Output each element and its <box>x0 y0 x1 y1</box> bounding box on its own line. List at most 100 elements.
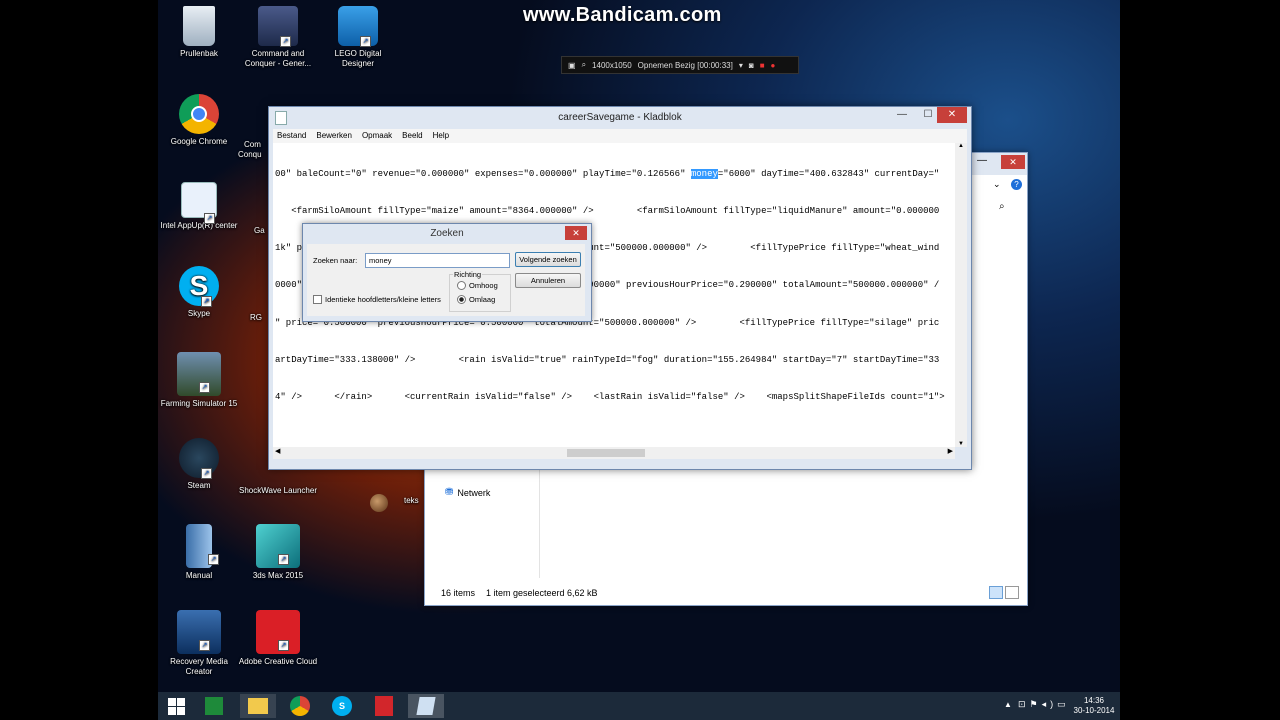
stop-icon[interactable]: ■ <box>760 61 765 70</box>
notepad-minimize-button[interactable]: — <box>889 107 915 123</box>
tiles-view-icon[interactable] <box>1005 586 1019 599</box>
direction-label: Richting <box>453 270 483 279</box>
tray-chevron-icon[interactable]: ▲ <box>1004 700 1012 709</box>
explorer-close-icon[interactable]: ✕ <box>1001 155 1025 169</box>
desktop-icon-steam[interactable]: ↗ Steam <box>159 438 239 491</box>
horizontal-scroll-thumb[interactable] <box>567 449 645 457</box>
explorer-minimize-icon[interactable]: — <box>977 155 987 166</box>
recorder-status: Opnemen Bezig [00:00:33] <box>637 60 733 70</box>
desktop-icon-farming-simulator[interactable]: ↗ Farming Simulator 15 <box>159 352 239 409</box>
status-item-count: 16 items <box>441 588 476 598</box>
cancel-button[interactable]: Annuleren <box>515 273 581 288</box>
scroll-up-icon[interactable]: ▲ <box>955 143 967 149</box>
desktop-icon-partial-3[interactable]: RG <box>238 313 268 323</box>
flag-icon[interactable]: ⚑ <box>1030 699 1042 709</box>
radio-down-icon[interactable] <box>457 295 466 304</box>
adobe-creative-cloud-icon: ↗ <box>256 610 300 654</box>
desktop-icon-recycle-bin[interactable]: Prullenbak <box>159 6 239 59</box>
planet-decoration <box>370 494 388 512</box>
match-case-checkbox[interactable]: Identieke hoofdletters/kleine letters <box>313 295 441 304</box>
menu-item-format[interactable]: Opmaak <box>358 129 396 143</box>
notepad-close-button[interactable]: ✕ <box>937 107 967 123</box>
help-icon[interactable]: ? <box>1011 179 1022 190</box>
vertical-scrollbar[interactable]: ▲ ▼ <box>955 143 967 447</box>
steam-icon: ↗ <box>179 438 219 479</box>
network-icon: ⛃ <box>445 487 454 498</box>
chrome-icon <box>290 696 310 716</box>
desktop-icon-3ds-max[interactable]: ↗ 3ds Max 2015 <box>238 524 318 581</box>
farming-simulator-icon: ↗ <box>177 352 221 396</box>
desktop-icon-partial-1[interactable]: Com Conqu <box>238 140 268 160</box>
scroll-left-icon[interactable]: ◀ <box>275 447 280 455</box>
start-button[interactable] <box>158 694 194 718</box>
dropdown-icon[interactable]: ▾ <box>739 61 743 70</box>
explorer-search-icon[interactable]: ⌕ <box>999 201 1005 212</box>
radio-down[interactable]: Omlaag <box>457 295 495 304</box>
checkbox-icon[interactable] <box>313 295 322 304</box>
intel-appup-icon: ↗ <box>181 182 217 224</box>
explorer-chevron-down-icon[interactable]: ⌄ <box>993 179 1001 190</box>
status-selection: 1 item geselecteerd 6,62 kB <box>486 588 598 598</box>
text-line: artDayTime="333.138000" /> <rain isValid… <box>275 354 940 365</box>
text-line: <farmSiloAmount fillType="maize" amount=… <box>275 206 940 217</box>
notepad-icon <box>416 697 436 715</box>
find-dialog-body: Zoeken naar: money Volgende zoeken Annul… <box>307 244 585 316</box>
camera-icon[interactable]: ◙ <box>749 61 754 70</box>
menu-item-view[interactable]: Beeld <box>398 129 426 143</box>
menu-item-help[interactable]: Help <box>429 129 453 143</box>
radio-up[interactable]: Omhoog <box>457 281 498 290</box>
desktop-icon-skype[interactable]: S ↗ Skype <box>159 266 239 319</box>
taskbar-chrome[interactable] <box>282 694 318 718</box>
scroll-right-icon[interactable]: ▶ <box>948 447 953 455</box>
desktop-icon-intel-appup[interactable]: ↗ Intel AppUp(R) center <box>159 182 239 231</box>
keyboard-icon[interactable]: ▭ <box>1057 699 1070 709</box>
find-close-button[interactable]: ✕ <box>565 226 587 240</box>
find-next-button[interactable]: Volgende zoeken <box>515 252 581 267</box>
notepad-app-icon <box>275 111 287 125</box>
windows-logo-icon <box>167 697 185 715</box>
desktop-icon-partial-2[interactable]: Ga <box>238 226 268 236</box>
scroll-down-icon[interactable]: ▼ <box>955 441 967 447</box>
menu-item-edit[interactable]: Bewerken <box>312 129 356 143</box>
volume-icon[interactable]: ◂) <box>1042 699 1058 709</box>
taskbar-skype[interactable]: S <box>324 694 360 718</box>
skype-icon: S <box>332 696 352 716</box>
clock[interactable]: 14:36 30-10-2014 <box>1072 696 1116 716</box>
lego-icon: ↗ <box>338 6 378 47</box>
magnifier-icon[interactable]: ⌕ <box>582 60 586 70</box>
taskbar-store[interactable] <box>196 694 232 718</box>
3ds-max-icon: ↗ <box>256 524 300 568</box>
taskbar-bandicam[interactable] <box>366 694 402 718</box>
notepad-title: careerSavegame - Kladblok <box>558 112 682 123</box>
network-tray-icon[interactable]: ⊡ <box>1018 699 1030 709</box>
desktop-icon-manual[interactable]: ↗ Manual <box>159 524 239 581</box>
search-label: Zoeken naar: <box>313 256 358 265</box>
desktop-icon-command-and-conquer[interactable]: ↗ Command and Conquer - Gener... <box>238 6 318 69</box>
desktop-icon-recovery-media[interactable]: ↗ Recovery Media Creator <box>159 610 239 677</box>
recorder-resolution: 1400x1050 <box>592 60 632 70</box>
bandicam-watermark: www.Bandicam.com <box>523 4 722 26</box>
menu-item-file[interactable]: Bestand <box>273 129 310 143</box>
radio-up-icon[interactable] <box>457 281 466 290</box>
desktop-icon-chrome[interactable]: Google Chrome <box>159 94 239 147</box>
record-icon[interactable]: ● <box>771 61 776 70</box>
clock-date: 30-10-2014 <box>1073 706 1115 715</box>
details-view-icon[interactable] <box>989 586 1003 599</box>
clock-time: 14:36 <box>1083 696 1105 705</box>
direction-group <box>449 274 511 312</box>
horizontal-scrollbar[interactable]: ◀ ▶ <box>273 447 955 459</box>
sidebar-item-network[interactable]: ⛃ Netwerk <box>445 487 490 498</box>
recorder-window-icon[interactable]: ▣ <box>568 61 576 70</box>
desktop-icon-adobe-creative-cloud[interactable]: ↗ Adobe Creative Cloud <box>238 610 318 667</box>
bandicam-icon <box>375 696 393 716</box>
find-dialog[interactable]: Zoeken ✕ Zoeken naar: money Volgende zoe… <box>302 223 592 322</box>
search-input[interactable]: money <box>365 253 510 268</box>
tray-icons[interactable]: ⊡⚑◂)▭ <box>1018 699 1070 710</box>
recorder-bar: ▣ ⌕ 1400x1050 Opnemen Bezig [00:00:33] ▾… <box>561 56 799 74</box>
taskbar-explorer[interactable] <box>240 694 276 718</box>
recycle-bin-icon <box>183 6 215 46</box>
command-and-conquer-icon: ↗ <box>258 6 298 47</box>
desktop-icon-lego-digital-designer[interactable]: ↗ LEGO Digital Designer <box>318 6 398 69</box>
taskbar-notepad[interactable] <box>408 694 444 718</box>
chrome-icon <box>179 94 219 134</box>
